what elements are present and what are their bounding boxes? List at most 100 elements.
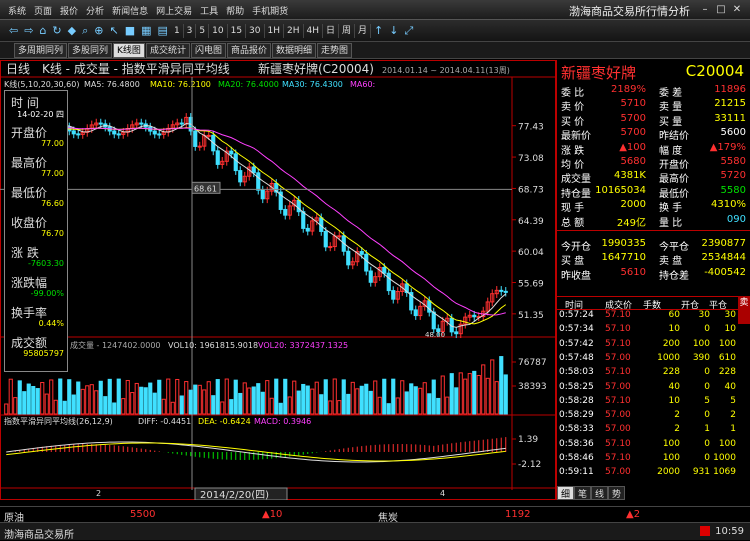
- menu-item[interactable]: 网上交易: [156, 4, 192, 17]
- tick-row: 0:58:36 57.10 100 0 100: [557, 439, 750, 453]
- tab-6[interactable]: 数据明细: [271, 42, 316, 58]
- tab-0[interactable]: 多周期同列: [14, 42, 68, 58]
- quote-row: 持仓量 10165034 最低价 5580: [561, 185, 746, 200]
- period-button[interactable]: 日: [323, 23, 340, 38]
- title-bar: 系统 页面 报价 分析 新闻信息 网上交易 工具 帮助 手机期货 渤海商品交易所行情分析 – □…: [0, 0, 750, 20]
- maximize-icon[interactable]: □: [714, 3, 728, 16]
- quote-value: 5700: [620, 112, 646, 124]
- menu-item[interactable]: 系统: [8, 4, 26, 17]
- tick-close: 40: [724, 381, 736, 392]
- tick-open: 931: [692, 467, 710, 478]
- grid-icon[interactable]: ▦: [138, 24, 154, 37]
- chart-icon[interactable]: ▤: [155, 24, 171, 37]
- red-square-icon[interactable]: ■: [122, 24, 138, 37]
- tab-5[interactable]: 商品报价: [226, 42, 271, 58]
- period-button[interactable]: 5: [196, 23, 210, 38]
- menu-item[interactable]: 报价: [60, 4, 78, 17]
- detail-tab-1[interactable]: 笔: [574, 486, 592, 500]
- trade-icon[interactable]: ◆: [65, 24, 79, 37]
- period-button[interactable]: 15: [228, 23, 247, 38]
- period-button[interactable]: 1: [171, 23, 184, 38]
- volume-bar: [418, 387, 423, 415]
- info-value: 14-02-20 四: [17, 110, 64, 119]
- quote-code: C20004: [685, 62, 744, 80]
- status-time: 10:59: [715, 526, 744, 537]
- volume-bar: [386, 403, 391, 415]
- kline-chart[interactable]: 日线 K线 - 成交量 - 指数平滑异同平均线 新疆枣好牌(C20004) 2014.…: [0, 60, 556, 501]
- detail-tab-0[interactable]: 细: [557, 486, 575, 500]
- tab-2[interactable]: K线图: [113, 42, 145, 58]
- candle-body: [386, 272, 391, 292]
- quote-label: 买 盘: [561, 256, 585, 268]
- quote-row: 总 额 249亿 量 比 090: [561, 214, 746, 229]
- menu-item[interactable]: 工具: [200, 4, 218, 17]
- tab-1[interactable]: 多股同列: [68, 42, 113, 58]
- period-buttons: 1 3 5 10 15 30 1H 2H 4H 日周月: [171, 23, 372, 38]
- volume-bar: [139, 386, 144, 415]
- forward-icon[interactable]: ⇨: [21, 24, 36, 37]
- candle-body: [215, 150, 220, 165]
- refresh-icon[interactable]: ↻: [49, 24, 64, 37]
- detail-tab-3[interactable]: 势: [608, 486, 626, 500]
- period-button[interactable]: 3: [184, 23, 197, 38]
- volume-bar: [341, 379, 346, 415]
- period-button[interactable]: 10: [209, 23, 228, 38]
- menu-item[interactable]: 页面: [34, 4, 52, 17]
- chart-range: 2014.01.14 ~ 2014.04.11(13周): [382, 66, 510, 75]
- volume-bar: [89, 384, 94, 415]
- quote-value: 21215: [714, 98, 746, 110]
- tick-row: 0:59:11 57.00 2000 931 1069: [557, 467, 750, 481]
- tick-volume: 228: [662, 367, 680, 378]
- volume-bar: [283, 378, 288, 415]
- close-icon[interactable]: ✕: [730, 3, 744, 16]
- volume-bar: [274, 378, 279, 415]
- volume-bar: [332, 378, 337, 415]
- volume-bars: [4, 356, 508, 415]
- candle-body: [260, 189, 265, 200]
- home-icon[interactable]: ⌂: [36, 24, 49, 37]
- ma10-value: MA10: 76.2100: [150, 80, 211, 89]
- volume-bar: [431, 379, 436, 415]
- minimize-icon[interactable]: –: [698, 3, 712, 16]
- volume-bar: [400, 380, 405, 415]
- line-icon[interactable]: ⤢: [401, 24, 416, 38]
- quote-label: 卖 价: [561, 102, 585, 114]
- tab-bar: 多周期同列 多股同列 K线图 成交统计 闪电图 商品报价 数据明细 走势图: [0, 42, 750, 59]
- period-button[interactable]: 30: [246, 23, 265, 38]
- tick-price: 57.00: [605, 424, 631, 435]
- candle-body: [337, 235, 342, 238]
- cursor-icon[interactable]: ↖: [107, 24, 122, 37]
- menu-item[interactable]: 帮助: [226, 4, 244, 17]
- volume-bar: [233, 379, 238, 415]
- candle-body: [323, 230, 328, 248]
- tab-3[interactable]: 成交统计: [145, 42, 190, 58]
- tab-7[interactable]: 走势图: [317, 42, 353, 58]
- info-value: -99.00%: [30, 289, 64, 298]
- tick-time: 0:58:29: [559, 410, 594, 421]
- tick-volume: 2000: [657, 467, 680, 478]
- volume-axis-label: 76787: [518, 358, 547, 368]
- down-arrow-icon[interactable]: ↓: [386, 24, 401, 37]
- up-arrow-icon[interactable]: ↑: [371, 24, 386, 37]
- zoom-icon[interactable]: ⊕: [91, 24, 106, 37]
- menu-item[interactable]: 分析: [86, 4, 104, 17]
- tab-4[interactable]: 闪电图: [190, 42, 226, 58]
- tick-open: 390: [692, 352, 710, 363]
- period-button[interactable]: 2H: [284, 23, 304, 38]
- side-tab[interactable]: 卖: [738, 296, 750, 324]
- period-button[interactable]: 4H: [304, 23, 323, 38]
- tick-close: 1000: [713, 453, 736, 463]
- search-icon[interactable]: ⌕: [79, 24, 91, 38]
- period-button[interactable]: 1H: [265, 23, 284, 38]
- back-icon[interactable]: ⇦: [6, 24, 21, 37]
- quote-value: 5720: [720, 170, 746, 182]
- macd-bars: [10, 437, 507, 460]
- tick-open: 0: [704, 367, 710, 378]
- period-button[interactable]: 月: [355, 23, 372, 38]
- period-button[interactable]: 周: [339, 23, 356, 38]
- volume-bar: [80, 388, 85, 415]
- detail-tab-2[interactable]: 线: [591, 486, 609, 500]
- menu-item[interactable]: 新闻信息: [112, 4, 148, 17]
- candle-body: [98, 122, 103, 125]
- menu-item[interactable]: 手机期货: [252, 4, 288, 17]
